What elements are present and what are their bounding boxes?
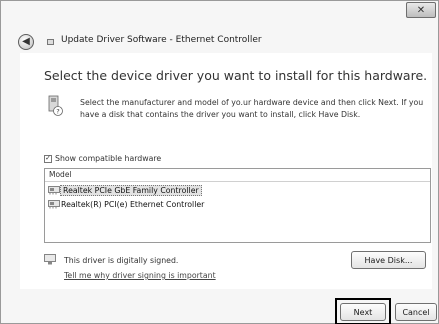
wizard-content: Select the device driver you want to ins… (20, 53, 432, 289)
cancel-button[interactable]: Cancel (395, 303, 437, 321)
model-item-label: Realtek(R) PCI(e) Ethernet Controller (61, 200, 205, 209)
update-driver-window: ✕ ◀ Update Driver Software - Ethernet Co… (0, 0, 439, 324)
driver-signing-link[interactable]: Tell me why driver signing is important (64, 271, 216, 280)
driver-disk-icon: ? (48, 95, 63, 116)
device-icon (47, 39, 54, 45)
next-button[interactable]: Next (340, 303, 386, 321)
close-icon: ✕ (416, 4, 426, 16)
model-column-header: Model (45, 169, 430, 182)
signed-status-text: This driver is digitally signed. (64, 256, 179, 265)
back-arrow-icon: ◀ (22, 36, 30, 47)
checkmark-icon: ✓ (45, 154, 51, 162)
have-disk-button[interactable]: Have Disk... (351, 251, 426, 269)
model-item-label: Realtek PCIe GbE Family Controller (60, 185, 202, 196)
show-compatible-label: Show compatible hardware (55, 154, 162, 163)
model-list[interactable]: Model Realtek PCIe GbE Family Controller (44, 168, 431, 243)
close-button[interactable]: ✕ (406, 2, 436, 18)
list-item[interactable]: Realtek PCIe GbE Family Controller (48, 185, 202, 196)
svg-text:?: ? (56, 108, 59, 116)
instruction-text: Select the manufacturer and model of yo.… (80, 98, 424, 119)
signed-driver-icon (44, 254, 56, 265)
window-title: Update Driver Software - Ethernet Contro… (61, 35, 262, 45)
show-compatible-hardware[interactable]: ✓ Show compatible hardware (44, 154, 161, 163)
list-item[interactable]: Realtek(R) PCI(e) Ethernet Controller (48, 199, 204, 210)
show-compatible-checkbox[interactable]: ✓ (44, 154, 52, 163)
page-heading: Select the device driver you want to ins… (44, 68, 428, 83)
network-adapter-icon (48, 200, 60, 209)
back-button[interactable]: ◀ (18, 34, 34, 50)
network-adapter-icon (48, 186, 60, 195)
